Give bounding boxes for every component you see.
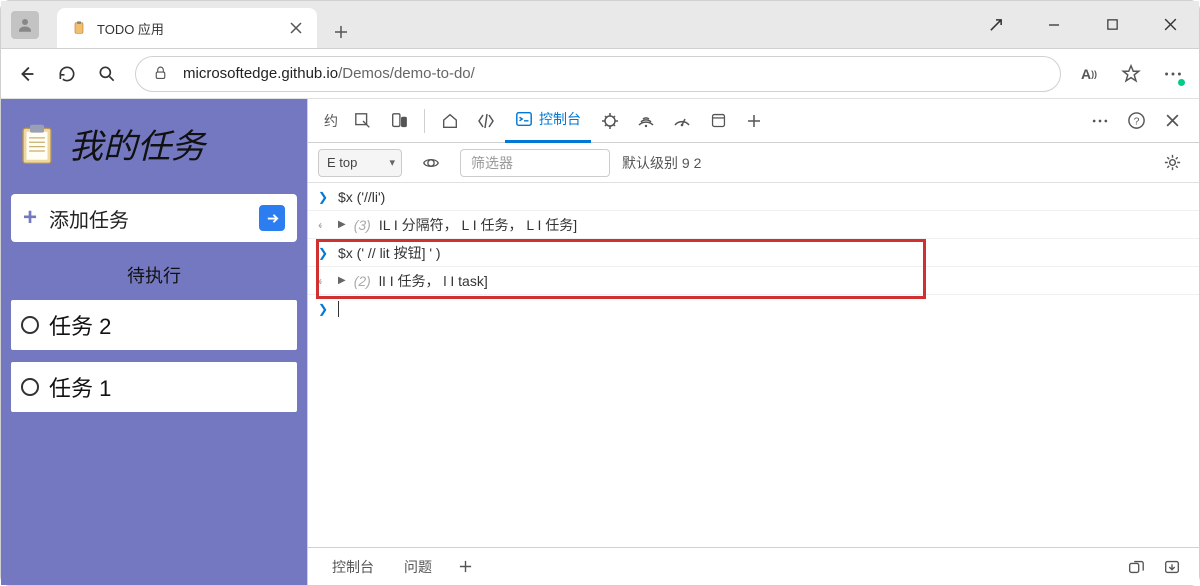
- chevron-left-icon: ‹·: [318, 274, 330, 288]
- device-button[interactable]: [382, 104, 416, 138]
- console-text: lI I 任务， l I task]: [379, 271, 488, 291]
- elements-tab[interactable]: [469, 104, 503, 138]
- task-label: 任务 2: [49, 309, 111, 341]
- browser-tab[interactable]: TODO 应用: [57, 8, 317, 48]
- plus-icon: +: [23, 204, 37, 232]
- live-expression-button[interactable]: [414, 146, 448, 180]
- tab-strip: TODO 应用: [57, 1, 967, 48]
- context-select[interactable]: E top: [318, 149, 402, 177]
- chevron-right-icon: ❯: [318, 302, 330, 316]
- task-label: 任务 1: [49, 371, 111, 403]
- devtools-toolbar: 约 控制台 ?: [308, 99, 1199, 143]
- maximize-button[interactable]: [1083, 1, 1141, 48]
- application-tab[interactable]: [701, 104, 735, 138]
- count-text: (3): [354, 217, 371, 233]
- clipboard-icon: [71, 20, 87, 36]
- new-tab-button[interactable]: [325, 16, 357, 48]
- drawer-console-tab[interactable]: 控制台: [318, 548, 388, 585]
- task-card[interactable]: 任务 2: [11, 300, 297, 350]
- lock-icon: [152, 65, 169, 82]
- toolbar-prefix: 约: [318, 111, 344, 131]
- console-input-line[interactable]: ❯ $x (' // lit 按钮] ' ): [308, 239, 1199, 267]
- network-tab[interactable]: [629, 104, 663, 138]
- read-aloud-button[interactable]: A)): [1077, 62, 1101, 86]
- chevron-left-icon: ‹·: [318, 218, 330, 232]
- url-box[interactable]: microsoftedge.github.io/Demos/demo-to-do…: [135, 56, 1061, 92]
- add-task-row[interactable]: + 添加任务: [11, 194, 297, 242]
- console-output-line[interactable]: ‹· ▶ (2) lI I 任务， l I task]: [308, 267, 1199, 295]
- window-titlebar: TODO 应用: [1, 1, 1199, 49]
- chevron-right-icon: ❯: [318, 190, 330, 204]
- page-header: 我的任务: [11, 109, 297, 182]
- welcome-tab[interactable]: [433, 104, 467, 138]
- page-title: 我的任务: [69, 119, 205, 168]
- inspect-button[interactable]: [346, 104, 380, 138]
- minimize-button[interactable]: [967, 1, 1025, 48]
- window-controls: [967, 1, 1199, 48]
- console-input-line[interactable]: ❯ $x ('//li'): [308, 183, 1199, 211]
- profile-button[interactable]: [11, 11, 39, 39]
- drawer-button-a[interactable]: [1119, 550, 1153, 584]
- console-settings-button[interactable]: [1155, 146, 1189, 180]
- filter-input[interactable]: 筛选器: [460, 149, 610, 177]
- console-filter-row: E top 筛选器 默认级别 9 2: [308, 143, 1199, 183]
- console-text: $x (' // lit 按钮] ' ): [338, 243, 441, 263]
- address-bar: microsoftedge.github.io/Demos/demo-to-do…: [1, 49, 1199, 99]
- svg-text:?: ?: [1133, 116, 1139, 127]
- content-split: 我的任务 + 添加任务 待执行 任务 2 任务 1 约: [1, 99, 1199, 585]
- minimize-button[interactable]: [1025, 1, 1083, 48]
- refresh-button[interactable]: [55, 62, 79, 86]
- devtools-bottom-tabs: 控制台 问题: [308, 547, 1199, 585]
- url-text: microsoftedge.github.io/Demos/demo-to-do…: [183, 65, 475, 82]
- console-prompt[interactable]: ❯: [308, 295, 1199, 323]
- devtools-more-button[interactable]: [1083, 104, 1117, 138]
- add-tab-button[interactable]: [737, 104, 771, 138]
- cursor-icon: [338, 301, 339, 317]
- task-card[interactable]: 任务 1: [11, 362, 297, 412]
- performance-tab[interactable]: [665, 104, 699, 138]
- expand-icon[interactable]: ▶: [338, 219, 346, 230]
- console-text: IL I 分隔符， L I 任务， L I 任务]: [379, 215, 577, 235]
- sources-tab[interactable]: [593, 104, 627, 138]
- radio-icon[interactable]: [21, 378, 39, 396]
- favorite-button[interactable]: [1119, 62, 1143, 86]
- toolbar-right: A)): [1077, 62, 1185, 86]
- console-tab[interactable]: 控制台: [505, 99, 591, 143]
- radio-icon[interactable]: [21, 316, 39, 334]
- drawer-issues-tab[interactable]: 问题: [390, 548, 446, 585]
- drawer-add-tab-button[interactable]: [448, 550, 482, 584]
- clipboard-icon: [19, 123, 55, 165]
- devtools-pane: 约 控制台 ? E top 筛选器 默认级别 9 2: [307, 99, 1199, 585]
- devtools-help-button[interactable]: ?: [1119, 104, 1153, 138]
- close-button[interactable]: [1141, 1, 1199, 48]
- count-text: (2): [354, 273, 371, 289]
- drawer-button-b[interactable]: [1155, 550, 1189, 584]
- close-icon[interactable]: [289, 21, 303, 35]
- tab-title: TODO 应用: [97, 19, 279, 38]
- back-button[interactable]: [15, 62, 39, 86]
- expand-icon[interactable]: ▶: [338, 275, 346, 286]
- submit-button[interactable]: [259, 205, 285, 231]
- level-label: 默认级别 9 2: [622, 153, 701, 173]
- more-button[interactable]: [1161, 62, 1185, 86]
- devtools-close-button[interactable]: [1155, 104, 1189, 138]
- console-body[interactable]: ❯ $x ('//li') ‹· ▶ (3) IL I 分隔符， L I 任务，…: [308, 183, 1199, 547]
- search-button[interactable]: [95, 62, 119, 86]
- console-text: $x ('//li'): [338, 189, 385, 205]
- section-label: 待执行: [11, 254, 297, 288]
- add-task-label: 添加任务: [49, 204, 247, 233]
- update-badge-icon: [1177, 78, 1186, 87]
- console-output-line[interactable]: ‹· ▶ (3) IL I 分隔符， L I 任务， L I 任务]: [308, 211, 1199, 239]
- console-tab-label: 控制台: [539, 109, 581, 129]
- chevron-right-icon: ❯: [318, 246, 330, 260]
- page-pane: 我的任务 + 添加任务 待执行 任务 2 任务 1: [1, 99, 307, 585]
